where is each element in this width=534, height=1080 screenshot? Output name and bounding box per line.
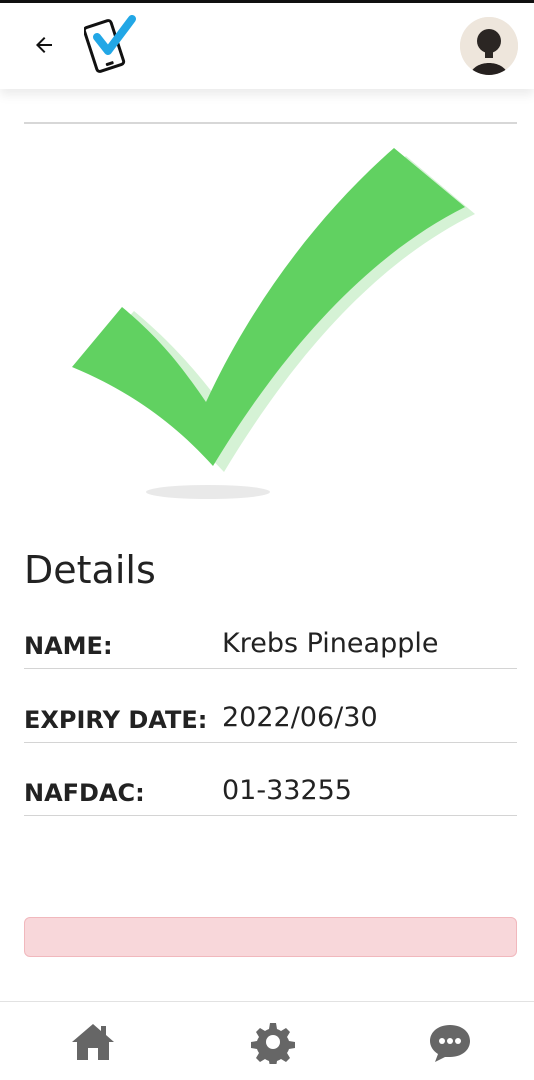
detail-row-expiry-date: EXPIRY DATE: 2022/06/30: [24, 698, 517, 743]
arrow-left-icon: [36, 37, 52, 53]
avatar[interactable]: [460, 17, 518, 75]
detail-label: NAME:: [24, 632, 113, 660]
check-mark-icon: [60, 140, 480, 510]
detail-value: 2022/06/30: [222, 702, 378, 733]
home-nav-button[interactable]: [69, 1020, 117, 1064]
bottom-nav-divider: [0, 1001, 534, 1002]
phone-check-logo: [82, 15, 138, 77]
detail-row-nafdac: NAFDAC: 01-33255: [24, 771, 517, 816]
home-icon: [72, 1024, 114, 1060]
detail-label: NAFDAC:: [24, 779, 145, 807]
detail-label: EXPIRY DATE:: [24, 706, 208, 734]
detail-value: 01-33255: [222, 775, 352, 806]
back-button[interactable]: [28, 29, 60, 61]
gear-icon: [251, 1023, 295, 1064]
settings-nav-button[interactable]: [249, 1020, 297, 1064]
chat-bubble-icon: [430, 1025, 470, 1062]
detail-row-name: NAME: Krebs Pineapple: [24, 624, 517, 669]
person-avatar-icon: [460, 17, 518, 75]
chat-nav-button[interactable]: [426, 1020, 474, 1064]
top-divider: [24, 122, 517, 124]
app-header: [0, 3, 534, 89]
details-title: Details: [24, 548, 156, 592]
detail-value: Krebs Pineapple: [222, 628, 439, 659]
alert-bar: [24, 917, 517, 957]
